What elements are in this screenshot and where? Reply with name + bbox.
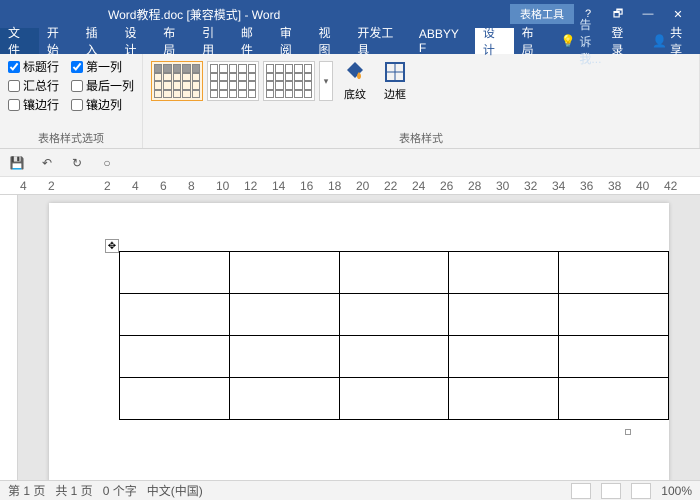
restore-icon[interactable]: 🗗 xyxy=(604,4,632,24)
horizontal-ruler[interactable]: 4224681012141618202224262830323436384042 xyxy=(0,177,700,195)
chk-first-col[interactable]: 第一列 xyxy=(71,58,122,75)
paint-bucket-icon xyxy=(343,60,367,84)
document-title: Word教程.doc [兼容模式] - Word xyxy=(8,6,360,23)
view-print-layout[interactable] xyxy=(601,483,621,499)
tab-design[interactable]: 设计 xyxy=(116,28,155,54)
page[interactable]: ✥ xyxy=(49,203,669,483)
qat-more-icon[interactable]: ○ xyxy=(96,152,118,174)
status-bar: 第 1 页 共 1 页 0 个字 中文(中国) 100% xyxy=(0,480,700,500)
view-read-mode[interactable] xyxy=(571,483,591,499)
tab-table-design[interactable]: 设计 xyxy=(475,28,514,54)
group-label: 表格样式 xyxy=(151,128,691,146)
status-language[interactable]: 中文(中国) xyxy=(147,482,203,499)
tab-file[interactable]: 文件 xyxy=(0,28,39,54)
tab-insert[interactable]: 插入 xyxy=(78,28,117,54)
table-style-1[interactable] xyxy=(151,61,203,101)
tab-view[interactable]: 视图 xyxy=(311,28,350,54)
view-web-layout[interactable] xyxy=(631,483,651,499)
share-icon: 👤 xyxy=(652,34,667,48)
vertical-ruler[interactable] xyxy=(0,195,18,500)
borders-button[interactable]: 边框 xyxy=(377,58,413,104)
chk-banded-rows[interactable]: 镶边行 xyxy=(8,96,59,113)
tab-home[interactable]: 开始 xyxy=(39,28,78,54)
styles-more-button[interactable]: ▾ xyxy=(319,61,333,101)
tab-table-layout[interactable]: 布局 xyxy=(514,28,553,54)
ribbon: 标题行 第一列 汇总行 最后一列 镶边行 镶边列 表格样式选项 ▾ 底纹 边框 … xyxy=(0,54,700,149)
borders-icon xyxy=(383,60,407,84)
ribbon-group-style-options: 标题行 第一列 汇总行 最后一列 镶边行 镶边列 表格样式选项 xyxy=(0,54,143,148)
zoom-level[interactable]: 100% xyxy=(661,484,692,498)
table-resize-handle[interactable] xyxy=(625,429,631,435)
redo-icon[interactable]: ↻ xyxy=(66,152,88,174)
table-move-handle[interactable]: ✥ xyxy=(105,239,119,253)
chk-last-col[interactable]: 最后一列 xyxy=(71,77,134,94)
chk-total-row[interactable]: 汇总行 xyxy=(8,77,59,94)
tab-review[interactable]: 审阅 xyxy=(272,28,311,54)
group-label: 表格样式选项 xyxy=(8,128,134,146)
close-icon[interactable]: ✕ xyxy=(664,4,692,24)
tab-references[interactable]: 引用 xyxy=(194,28,233,54)
minimize-icon[interactable]: — xyxy=(634,4,662,24)
table-style-2[interactable] xyxy=(207,61,259,101)
share-button[interactable]: 👤共享 xyxy=(644,24,700,58)
bulb-icon: 💡 xyxy=(560,34,575,48)
document-area: ✥ xyxy=(0,195,700,500)
document-table[interactable] xyxy=(119,251,669,420)
status-total-pages: 共 1 页 xyxy=(55,482,92,499)
ribbon-group-table-styles: ▾ 底纹 边框 表格样式 xyxy=(143,54,700,148)
tab-developer[interactable]: 开发工具 xyxy=(349,28,411,54)
status-word-count[interactable]: 0 个字 xyxy=(103,482,137,499)
login-button[interactable]: 登录 xyxy=(601,24,644,58)
tab-mailings[interactable]: 邮件 xyxy=(233,28,272,54)
undo-icon[interactable]: ↶ xyxy=(36,152,58,174)
status-page[interactable]: 第 1 页 xyxy=(8,482,45,499)
table-style-3[interactable] xyxy=(263,61,315,101)
save-icon[interactable]: 💾 xyxy=(6,152,28,174)
shading-button[interactable]: 底纹 xyxy=(337,58,373,104)
quick-access-toolbar: 💾 ↶ ↻ ○ xyxy=(0,149,700,177)
chk-banded-cols[interactable]: 镶边列 xyxy=(71,96,122,113)
menu-bar: 文件 开始 插入 设计 布局 引用 邮件 审阅 视图 开发工具 ABBYY F … xyxy=(0,28,700,54)
chk-header-row[interactable]: 标题行 xyxy=(8,58,59,75)
tab-layout[interactable]: 布局 xyxy=(155,28,194,54)
tab-abbyy[interactable]: ABBYY F xyxy=(411,28,475,54)
